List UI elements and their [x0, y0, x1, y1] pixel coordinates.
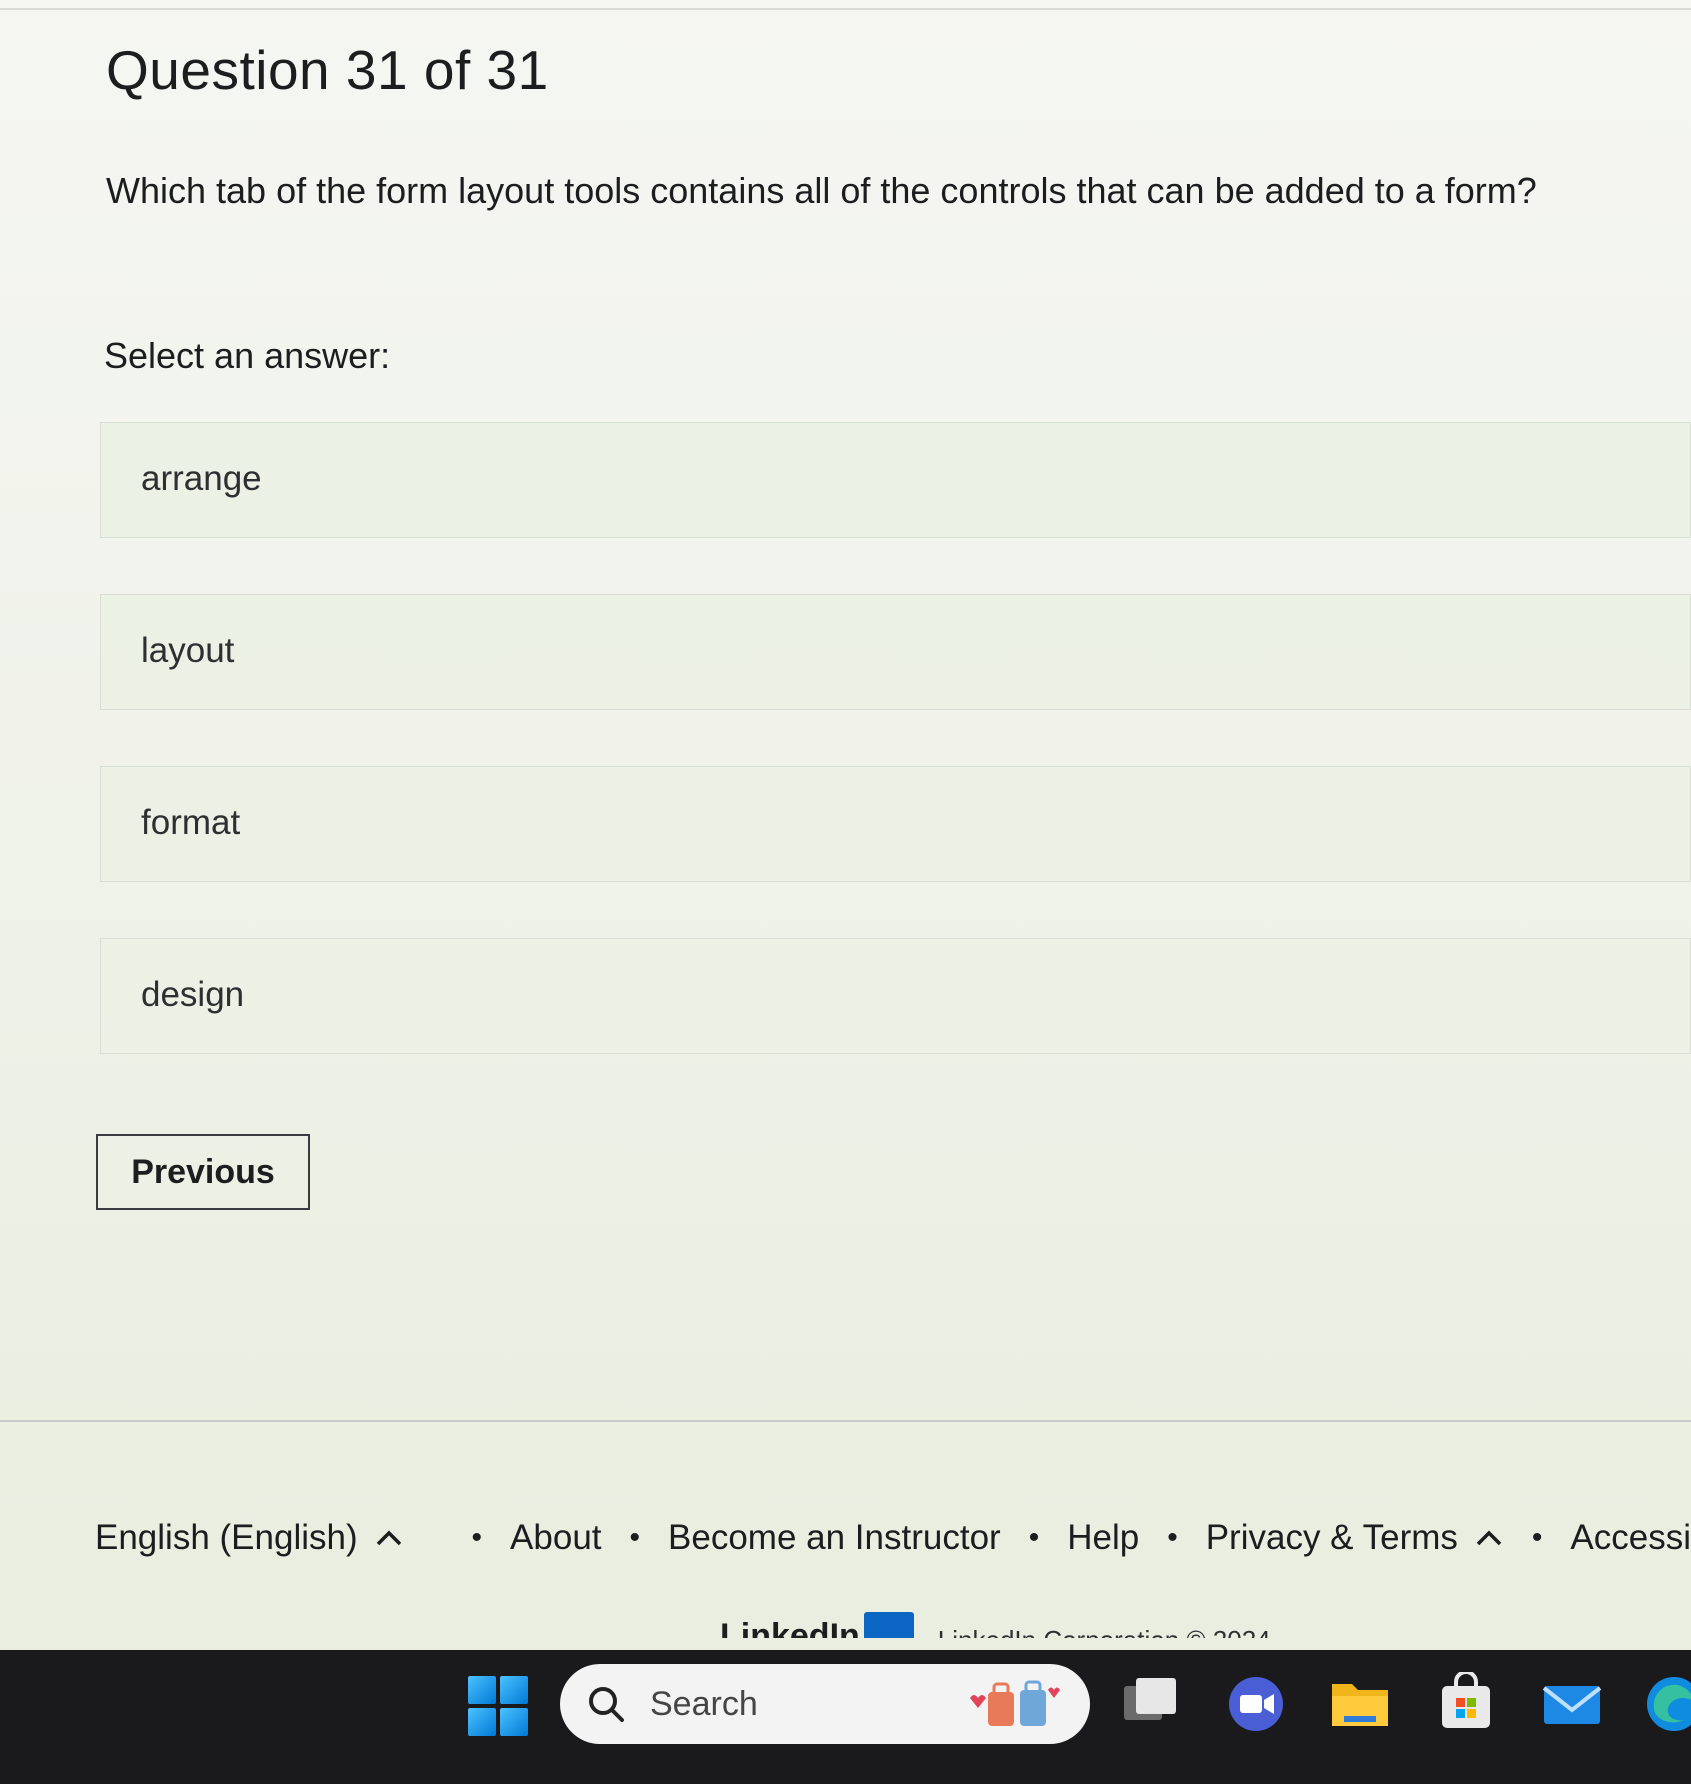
separator-dot: • — [629, 1521, 641, 1554]
separator-dot: • — [471, 1521, 483, 1554]
answer-label: layout — [141, 631, 235, 670]
become-instructor-link[interactable]: Become an Instructor — [668, 1518, 1001, 1558]
about-link[interactable]: About — [510, 1518, 601, 1558]
answer-option-layout[interactable]: layout — [100, 594, 1691, 710]
language-selector[interactable]: English (English) — [95, 1518, 404, 1558]
mail-icon[interactable] — [1540, 1672, 1604, 1736]
linkedin-logo-strip: LinkedIn LinkedIn Corporation © 2024 — [720, 1612, 1271, 1638]
answer-list: arrange layout format design — [100, 422, 1691, 1110]
previous-button[interactable]: Previous — [96, 1134, 310, 1210]
quiz-page: Question 31 of 31 Which tab of the form … — [0, 0, 1691, 1650]
teams-meet-icon[interactable] — [1224, 1672, 1288, 1736]
chevron-up-icon — [374, 1523, 404, 1553]
linkedin-in-icon — [863, 1612, 914, 1638]
language-label: English (English) — [95, 1518, 358, 1557]
separator-dot: • — [1028, 1521, 1040, 1554]
answer-option-format[interactable]: format — [100, 766, 1691, 882]
task-view-icon[interactable] — [1118, 1672, 1182, 1736]
question-title: Question 31 of 31 — [106, 39, 549, 101]
linkedin-wordmark: LinkedIn — [720, 1617, 860, 1638]
taskbar-search[interactable]: Search — [560, 1664, 1090, 1744]
answer-label: arrange — [141, 459, 262, 498]
footer-divider — [0, 1420, 1691, 1422]
file-explorer-icon[interactable] — [1328, 1672, 1392, 1736]
search-icon — [586, 1684, 626, 1724]
windows-start-icon[interactable] — [468, 1676, 528, 1736]
answer-label: design — [141, 975, 245, 1014]
search-highlight-icon — [964, 1678, 1064, 1730]
help-link[interactable]: Help — [1067, 1518, 1139, 1558]
copyright-text: LinkedIn Corporation © 2024 — [938, 1620, 1271, 1638]
top-divider — [0, 8, 1691, 10]
answer-label: format — [141, 803, 241, 842]
separator-dot: • — [1167, 1521, 1178, 1554]
chevron-up-icon[interactable] — [1474, 1523, 1504, 1553]
edge-icon[interactable] — [1640, 1672, 1691, 1736]
answer-option-arrange[interactable]: arrange — [100, 422, 1691, 538]
answer-option-design[interactable]: design — [100, 938, 1691, 1054]
separator-dot: • — [1531, 1521, 1543, 1554]
search-placeholder: Search — [650, 1684, 758, 1723]
accessibility-link[interactable]: Accessi — [1570, 1518, 1691, 1558]
footer-links: English (English) • About • Become an In… — [95, 1508, 1691, 1568]
question-text: Which tab of the form layout tools conta… — [106, 170, 1537, 211]
privacy-terms-link[interactable]: Privacy & Terms — [1206, 1518, 1458, 1558]
select-answer-label: Select an answer: — [104, 335, 391, 376]
microsoft-store-icon[interactable] — [1434, 1672, 1498, 1736]
